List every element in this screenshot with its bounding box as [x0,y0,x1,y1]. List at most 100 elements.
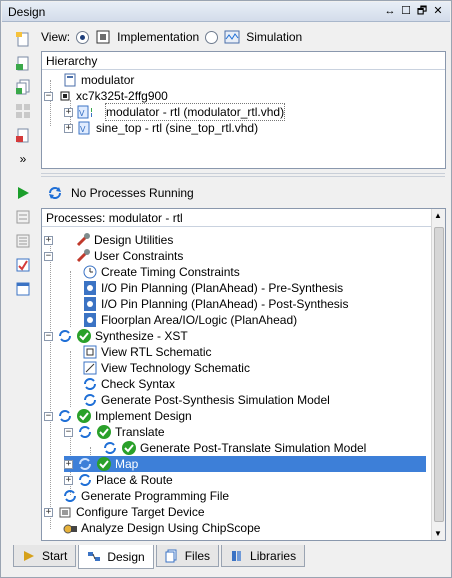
process-user-constraints[interactable]: − User Constraints [44,248,183,264]
add-copy-source-icon [16,79,30,95]
panel-tabs: Start Design Files Libraries [13,545,447,569]
schematic-icon [82,345,97,360]
process-view-rtl-schematic[interactable]: View RTL Schematic [82,344,212,360]
hierarchy-item-modulator-rtl[interactable]: + V modulator - rtl (modulator_rtl.vhd) [64,103,286,121]
tools-icon [75,233,90,248]
refresh-icon [49,187,61,199]
refresh-icon [62,489,77,504]
implementation-icon [96,30,110,44]
hierarchy-item-device[interactable]: − xc7k325t-2ffg900 [44,88,168,104]
float-icon[interactable]: ↔ [384,4,396,18]
implementation-radio[interactable] [76,30,90,44]
process-design-utilities[interactable]: + Design Utilities [44,232,173,248]
expand-icon[interactable]: + [64,459,73,469]
process-view-technology-schematic[interactable]: View Technology Schematic [82,360,250,376]
project-icon [62,73,77,88]
remove-source-button[interactable] [13,125,33,145]
expand-icon[interactable]: + [64,475,73,485]
process-io-pin-planning-post[interactable]: I/O Pin Planning (PlanAhead) - Post-Synt… [82,296,348,312]
process-properties-button[interactable] [13,255,33,275]
add-source-button[interactable] [13,53,33,73]
run-button[interactable] [13,183,33,203]
chip-icon [57,89,72,104]
close-icon[interactable]: ✕ [432,4,444,18]
process-toolbar [9,183,37,299]
planahead-icon [82,297,97,312]
scroll-thumb[interactable] [434,227,444,522]
maximize-icon[interactable]: ☐ [400,4,412,18]
planahead-icon [82,281,97,296]
process-label: Synthesize - XST [95,329,188,343]
process-floorplan[interactable]: Floorplan Area/IO/Logic (PlanAhead) [82,312,297,328]
tab-libraries[interactable]: Libraries [221,545,306,567]
collapse-icon[interactable]: − [44,91,53,101]
device-config-icon [57,505,72,520]
expand-toolbar-button[interactable]: » [13,149,33,169]
restore-icon[interactable]: 🗗 [416,4,428,18]
module-view-button[interactable] [13,101,33,121]
simulation-icon [224,30,240,44]
scroll-down-icon[interactable]: ▼ [434,529,442,538]
process-label: User Constraints [94,249,184,263]
collapse-icon[interactable]: − [44,411,53,421]
process-generate-programming-file[interactable]: Generate Programming File [62,488,229,504]
simulation-label[interactable]: Simulation [246,30,302,44]
processes-scrollbar[interactable]: ▲ ▼ [431,209,445,540]
new-source-button[interactable] [13,29,33,49]
hierarchy-pane: Hierarchy modulator − xc7k325t-2ffg900 +… [41,51,446,169]
expand-icon[interactable]: + [64,107,73,117]
process-check-syntax[interactable]: Check Syntax [82,376,175,392]
success-check-icon [76,329,91,344]
process-analyze-chipscope[interactable]: Analyze Design Using ChipScope [62,520,260,536]
collapse-icon[interactable]: − [44,331,53,341]
add-copy-source-button[interactable] [13,77,33,97]
files-icon [165,549,177,562]
hierarchy-item-project[interactable]: modulator [62,72,134,88]
tab-label: Files [184,548,211,563]
process-implement-design[interactable]: − Implement Design [44,408,192,424]
scroll-up-icon[interactable]: ▲ [434,211,442,220]
view-design-summary-button[interactable] [13,279,33,299]
expand-icon[interactable]: + [44,507,53,517]
process-label: I/O Pin Planning (PlanAhead) - Post-Synt… [101,297,349,311]
process-translate[interactable]: − Translate [64,424,165,440]
timing-icon [82,265,97,280]
process-io-pin-planning-pre[interactable]: I/O Pin Planning (PlanAhead) - Pre-Synth… [82,280,343,296]
tab-files[interactable]: Files [155,545,220,567]
chipscope-icon [62,521,77,536]
remove-source-icon [16,128,29,143]
process-place-route[interactable]: + Place & Route [64,472,173,488]
process-map[interactable]: + Map [64,456,426,472]
process-configure-target-device[interactable]: + Configure Target Device [44,504,205,520]
process-generate-post-translate-sim[interactable]: Generate Post-Translate Simulation Model [102,440,366,456]
expand-icon[interactable]: + [64,123,73,133]
process-generate-post-synthesis-sim[interactable]: Generate Post-Synthesis Simulation Model [82,392,330,408]
success-check-icon [96,425,111,440]
tab-start[interactable]: Start [13,545,77,567]
process-create-timing-constraints[interactable]: Create Timing Constraints [82,264,240,280]
process-label: Generate Post-Translate Simulation Model [140,441,367,455]
process-synthesize-xst[interactable]: − Synthesize - XST [44,328,188,344]
process-label: Analyze Design Using ChipScope [81,521,261,535]
rerun-button[interactable] [13,207,33,227]
expand-icon[interactable]: + [44,235,53,245]
process-properties-icon [16,258,30,272]
design-panel: Design ↔ ☐ 🗗 ✕ » View: Implementation Si… [0,0,452,578]
simulation-radio[interactable] [205,30,219,44]
hierarchy-item-sine-top[interactable]: + V sine_top - rtl (sine_top_rtl.vhd) [64,120,258,136]
process-label: Design Utilities [94,233,174,247]
processes-header: Processes: modulator - rtl [42,209,445,227]
start-icon [24,550,34,561]
design-summary-icon [16,282,30,296]
implementation-label[interactable]: Implementation [117,30,199,44]
tab-design[interactable]: Design [78,545,154,569]
rerun-all-icon [16,234,30,248]
rerun-icon [16,210,30,224]
vhdl-module-icon: V [77,121,92,136]
refresh-icon [77,457,92,472]
rerun-all-button[interactable] [13,231,33,251]
pane-splitter[interactable] [41,173,445,177]
tab-label: Libraries [250,548,297,563]
collapse-icon[interactable]: − [44,251,53,261]
collapse-icon[interactable]: − [64,427,73,437]
